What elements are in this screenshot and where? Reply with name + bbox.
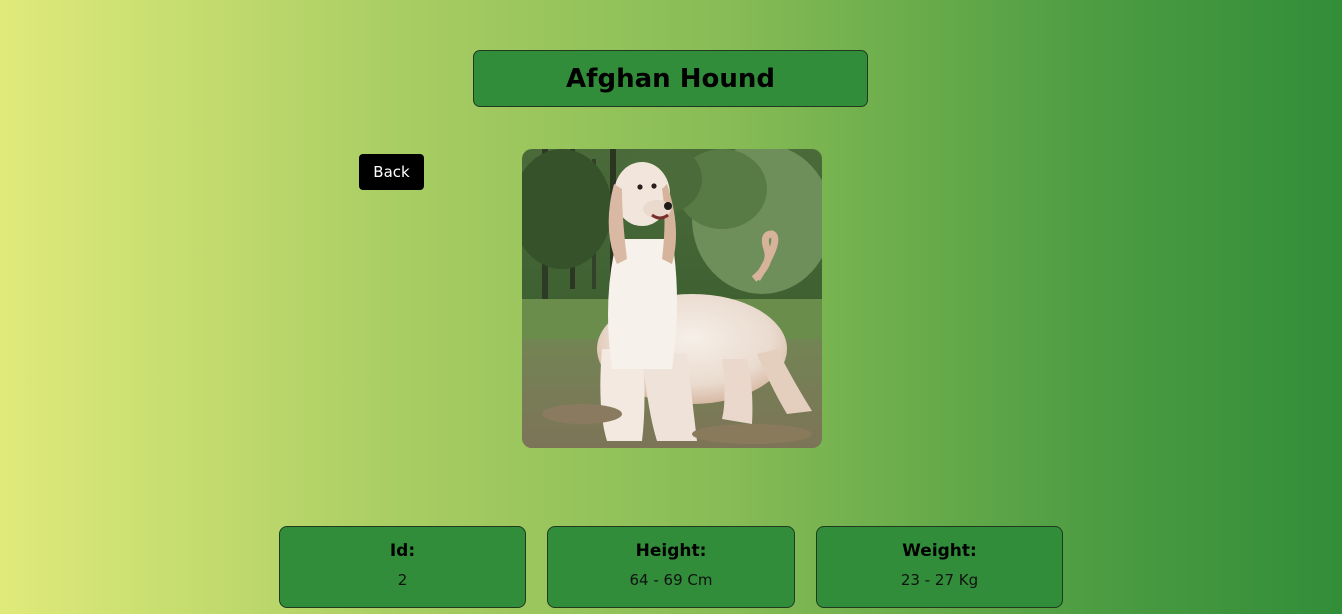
stat-label-id: Id: bbox=[389, 541, 416, 561]
back-button[interactable]: Back bbox=[359, 154, 424, 190]
breed-title: Afghan Hound bbox=[566, 63, 775, 94]
stat-value-weight: 23 - 27 Kg bbox=[900, 571, 979, 589]
stat-card-weight: Weight: 23 - 27 Kg bbox=[816, 526, 1063, 608]
stat-value-height: 64 - 69 Cm bbox=[629, 571, 713, 589]
stat-label-height: Height: bbox=[635, 541, 707, 561]
stat-card-id: Id: 2 bbox=[279, 526, 526, 608]
dog-photo bbox=[522, 149, 822, 448]
breed-title-box: Afghan Hound bbox=[473, 50, 868, 107]
stat-card-height: Height: 64 - 69 Cm bbox=[547, 526, 795, 608]
stat-value-id: 2 bbox=[397, 571, 408, 589]
stat-label-weight: Weight: bbox=[902, 541, 977, 561]
